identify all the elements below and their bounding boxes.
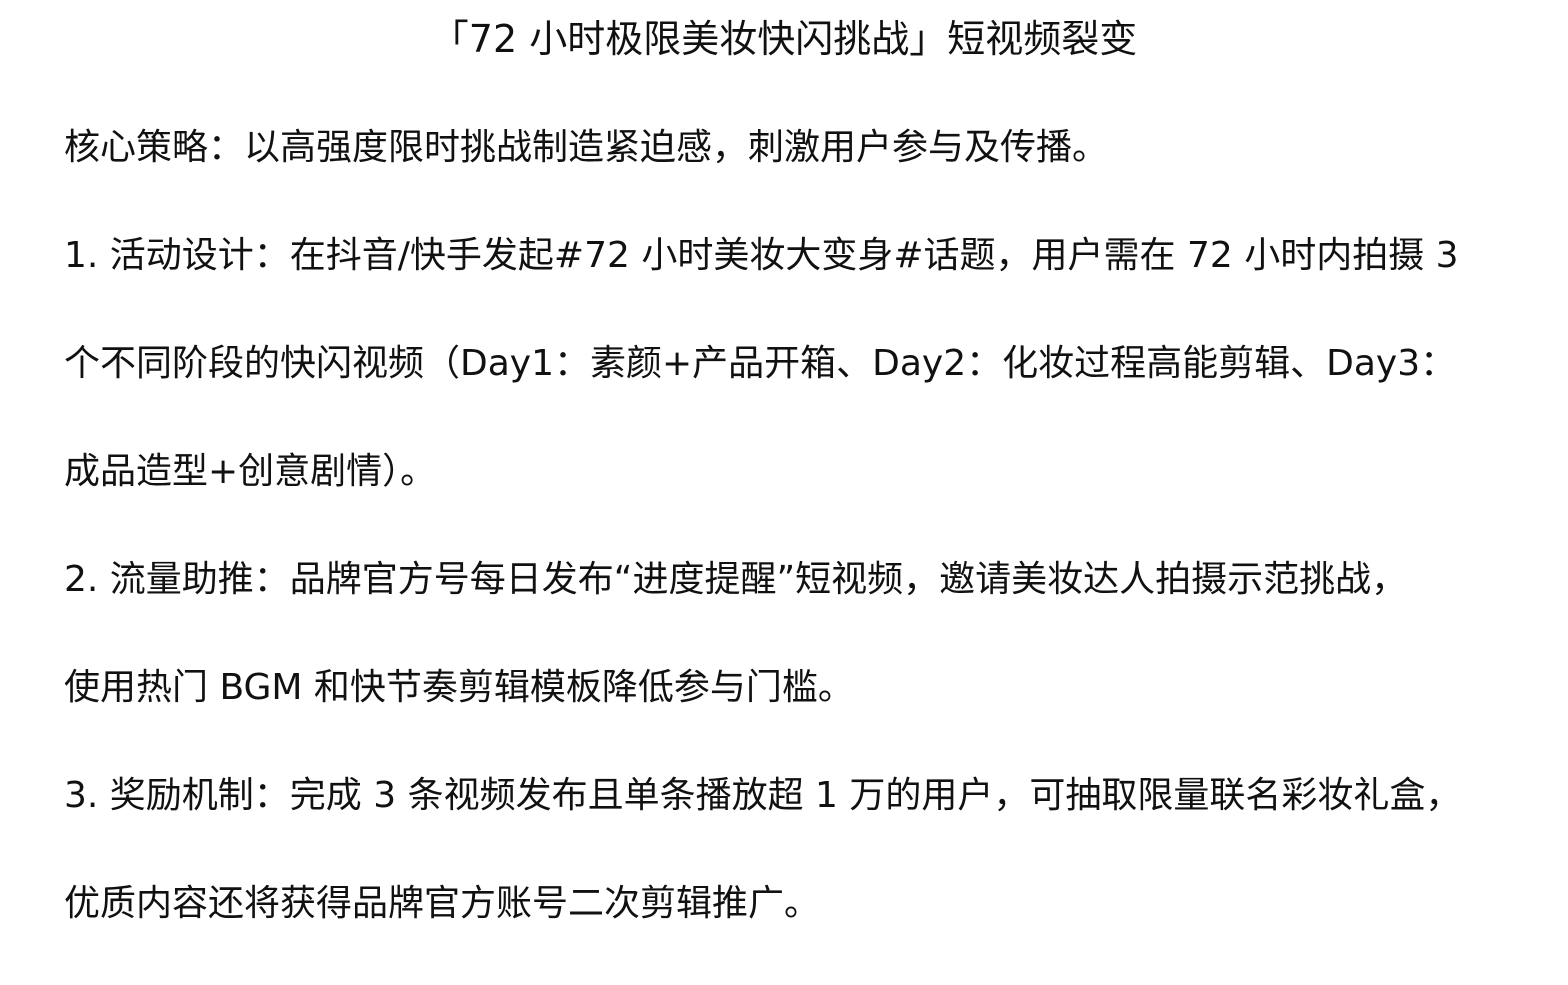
paragraph-line: 成品造型+创意剧情）。 (64, 451, 437, 492)
strategy-text: 核心策略：以高强度限时挑战制造紧迫感，刺激用户参与及传播。 (64, 127, 1109, 168)
document-body: 核心策略：以高强度限时挑战制造紧迫感，刺激用户参与及传播。 1. 活动设计：在抖… (64, 121, 1524, 985)
strategy-paragraph: 核心策略：以高强度限时挑战制造紧迫感，刺激用户参与及传播。 (64, 121, 1524, 175)
item-traffic-boost: 2. 流量助推：品牌官方号每日发布“进度提醒”短视频，邀请美妆达人拍摄示范挑战，… (64, 553, 1524, 715)
paragraph-line: 1. 活动设计：在抖音/快手发起#72 小时美妆大变身#话题，用户需在 72 小… (64, 235, 1459, 276)
paragraph-line: 优质内容还将获得品牌官方账号二次剪辑推广。 (64, 883, 821, 924)
item-reward-mechanism: 3. 奖励机制：完成 3 条视频发布且单条播放超 1 万的用户，可抽取限量联名彩… (64, 769, 1524, 931)
paragraph-line: 3. 奖励机制：完成 3 条视频发布且单条播放超 1 万的用户，可抽取限量联名彩… (64, 775, 1462, 816)
document-title: 「72 小时极限美妆快闪挑战」短视频裂变 (430, 17, 1138, 61)
paragraph-line: 2. 流量助推：品牌官方号每日发布“进度提醒”短视频，邀请美妆达人拍摄示范挑战， (64, 559, 1408, 600)
paragraph-line: 使用热门 BGM 和快节奏剪辑模板降低参与门槛。 (64, 667, 854, 708)
item-activity-design: 1. 活动设计：在抖音/快手发起#72 小时美妆大变身#话题，用户需在 72 小… (64, 229, 1524, 499)
paragraph-line: 个不同阶段的快闪视频（Day1：素颜+产品开箱、Day2：化妆过程高能剪辑、Da… (64, 343, 1457, 384)
